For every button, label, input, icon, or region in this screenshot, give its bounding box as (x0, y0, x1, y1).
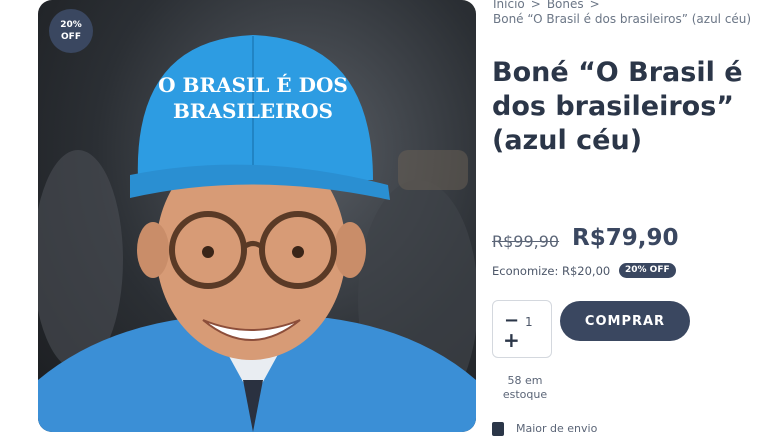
hat-text-line-1: O BRASIL É DOS (158, 73, 348, 97)
breadcrumb: Início > Bonés > Boné “O Brasil é dos brasi… (493, 0, 753, 27)
increase-quantity-button[interactable]: + (503, 328, 520, 352)
shipping-info-link[interactable]: Maior de envio (492, 422, 597, 436)
document-icon (492, 422, 504, 436)
shipping-info-label: Maior de envio (516, 422, 598, 435)
product-image[interactable]: O BRASIL É DOS BRASILEIROS (38, 0, 476, 432)
discount-percent: 20% (60, 20, 82, 30)
price-current: R$79,90 (572, 225, 679, 251)
breadcrumb-separator: > (530, 0, 541, 11)
buy-button[interactable]: COMPRAR (560, 301, 690, 341)
quantity-stepper[interactable]: − 1 + (492, 300, 552, 358)
photo-illustration: O BRASIL É DOS BRASILEIROS (38, 35, 476, 432)
breadcrumb-home[interactable]: Início (493, 0, 525, 11)
quantity-value[interactable]: 1 (525, 315, 533, 329)
breadcrumb-category[interactable]: Bonés (547, 0, 584, 11)
price-old: R$99,90 (492, 232, 560, 251)
savings-text: Economize: R$20,00 (492, 264, 611, 278)
breadcrumb-separator: > (589, 0, 600, 11)
hat-text-line-2: BRASILEIROS (173, 99, 333, 123)
breadcrumb-current: Boné “O Brasil é dos brasileiros” (azul … (493, 12, 752, 26)
savings-badge: 20% OFF (619, 263, 676, 278)
product-title: Boné “O Brasil é dos brasileiros” (azul … (492, 57, 743, 156)
discount-badge: 20% OFF (49, 9, 93, 53)
discount-label: OFF (61, 32, 81, 42)
stock-status: 58 em estoque (502, 374, 548, 401)
